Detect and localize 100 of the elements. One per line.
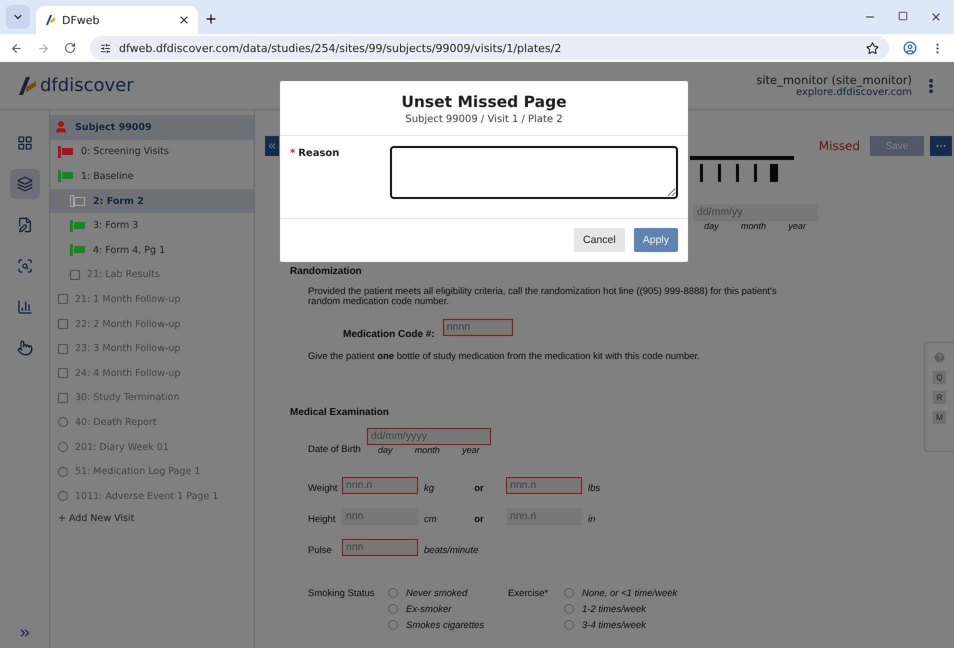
bookmark-icon[interactable]	[866, 42, 879, 54]
add-visit-button[interactable]: + Add New Visit	[50, 508, 254, 524]
or-label: or	[473, 514, 485, 525]
document-edit-icon	[16, 217, 32, 233]
site-info-icon[interactable]	[100, 42, 111, 54]
tool-button[interactable]: Q	[933, 371, 946, 384]
tree-item[interactable]: 2: Form 2	[50, 188, 254, 214]
checkbox-icon	[58, 294, 68, 304]
cancel-button[interactable]: Cancel	[574, 228, 625, 252]
tree-item[interactable]: 51: Medication Log Page 1	[50, 459, 254, 484]
field-label: Date of Birth	[308, 444, 361, 455]
forward-icon[interactable]	[37, 42, 50, 54]
circle-icon	[58, 417, 68, 428]
tree-item[interactable]: 3: Form 3	[50, 213, 254, 238]
radio-button[interactable]	[564, 604, 574, 614]
radio-button[interactable]	[564, 620, 574, 630]
collapse-button[interactable]	[265, 136, 279, 156]
circle-icon	[58, 491, 68, 502]
field-label: Reason	[298, 148, 340, 161]
checkbox-icon	[58, 392, 68, 403]
hand-pointer-icon	[16, 340, 32, 356]
radio-button[interactable]	[388, 588, 398, 598]
section-heading: Medical Examination	[290, 406, 389, 418]
flag-outline-icon	[70, 195, 86, 208]
tree-item[interactable]: 40: Death Report	[50, 410, 254, 435]
required-mark: *	[290, 148, 296, 161]
reason-field[interactable]	[390, 146, 678, 199]
radio-button[interactable]	[388, 620, 398, 630]
option-label: 1-2 times/week	[582, 604, 646, 615]
option-label: Never smoked	[406, 588, 468, 599]
tree-item[interactable]: 1: Baseline	[50, 164, 254, 189]
dialog-subtitle: Subject 99009 / Visit 1 / Plate 2	[405, 114, 563, 125]
unit-label: cm	[424, 514, 438, 525]
option-label: 3-4 times/week	[582, 620, 646, 631]
field-hint: month	[740, 221, 766, 231]
circle-icon	[58, 442, 68, 452]
logo-icon	[16, 76, 38, 96]
logo-icon	[44, 14, 56, 26]
tree-item[interactable]: 30: Study Termination	[50, 386, 254, 410]
field-label: Pulse	[308, 544, 333, 556]
instruction-text: Give the patient one bottle of study medication from the medication kit with this code number.	[308, 350, 700, 362]
checkbox-icon	[70, 270, 80, 280]
address-bar[interactable]: dfweb.dfdiscover.com/data/studies/254/sites/99/subjects/99009/visits/1/plates/2	[90, 36, 889, 60]
more-button[interactable]	[930, 136, 952, 156]
tree-item[interactable]: 4: Form 4, Pg 1	[50, 238, 254, 263]
status-text: Missed	[818, 139, 860, 153]
maximize-icon[interactable]	[898, 11, 908, 21]
checkbox-icon	[58, 344, 68, 354]
or-label: or	[473, 482, 485, 494]
checkbox-icon	[58, 368, 68, 378]
field-hint: month	[414, 444, 440, 455]
profile-icon[interactable]	[903, 41, 917, 55]
double-chevron-left-icon	[267, 141, 277, 151]
unit-label: kg	[424, 482, 436, 494]
section-heading: Randomization	[290, 266, 362, 277]
checkbox-icon	[58, 319, 68, 330]
tab-title: DFweb	[62, 14, 101, 26]
tree-item[interactable]: 0: Screening Visits	[50, 140, 254, 164]
field-label: Smoking Status	[308, 588, 376, 601]
url-text: dfweb.dfdiscover.com/data/studies/254/sites/99/subjects/99009/visits/1/plates/2	[119, 42, 562, 54]
screen-search-icon	[16, 258, 32, 274]
bar-chart-icon	[16, 299, 32, 315]
app-logo: dfdiscover	[40, 75, 134, 96]
tool-button[interactable]: R	[933, 391, 946, 404]
dialog-title: Unset Missed Page	[401, 93, 567, 111]
field-label: Height	[308, 514, 336, 525]
radio-button[interactable]	[564, 588, 574, 598]
back-icon[interactable]	[10, 42, 23, 54]
unit-label: in	[588, 514, 596, 525]
grid-icon	[16, 135, 32, 151]
close-icon[interactable]	[178, 14, 190, 26]
tree-item[interactable]: Subject 99009	[50, 115, 254, 140]
browser-tab[interactable]: DFweb	[36, 6, 198, 34]
unit-label: lbs	[588, 482, 602, 494]
tree-item[interactable]: 22: 2 Month Follow-up	[50, 312, 254, 336]
tree-item[interactable]: 24: 4 Month Follow-up	[50, 360, 254, 386]
tree-item[interactable]: 1011: Adverse Event 1 Page 1	[50, 484, 254, 508]
server-name: explore.dfdiscover.com	[796, 87, 912, 98]
option-label: Smokes cigarettes	[406, 620, 484, 631]
field-label: Exercise*	[508, 588, 550, 601]
field-hint: year	[788, 221, 806, 231]
nav-button[interactable]	[10, 169, 40, 199]
radio-button[interactable]	[388, 604, 398, 614]
option-label: None, or <1 time/week	[582, 588, 678, 599]
field-label: Weight	[308, 482, 336, 494]
tree-item[interactable]: 201: Diary Week 01	[50, 434, 254, 460]
close-icon[interactable]	[930, 11, 942, 23]
tree-item[interactable]: 23: 3 Month Follow-up	[50, 336, 254, 361]
tree-item[interactable]: 21: Lab Results	[50, 262, 254, 288]
layers-icon	[16, 176, 32, 192]
field-label: Medication Code #:	[343, 328, 435, 340]
apply-button[interactable]: Apply	[634, 228, 678, 252]
unit-label: beats/minute	[424, 544, 478, 556]
tool-button[interactable]: M	[933, 411, 946, 424]
new-tab-icon[interactable]	[204, 12, 218, 26]
field-hint: day	[704, 221, 719, 231]
paragraph: Provided the patient meets all eligibility criteria, call the randomization hot line ((905) 999-8888) for this patient's random medication code number.	[308, 287, 778, 307]
tree-item[interactable]: 21: 1 Month Follow-up	[50, 287, 254, 312]
option-label: Ex-smoker	[406, 604, 452, 615]
reload-icon[interactable]	[64, 42, 76, 54]
